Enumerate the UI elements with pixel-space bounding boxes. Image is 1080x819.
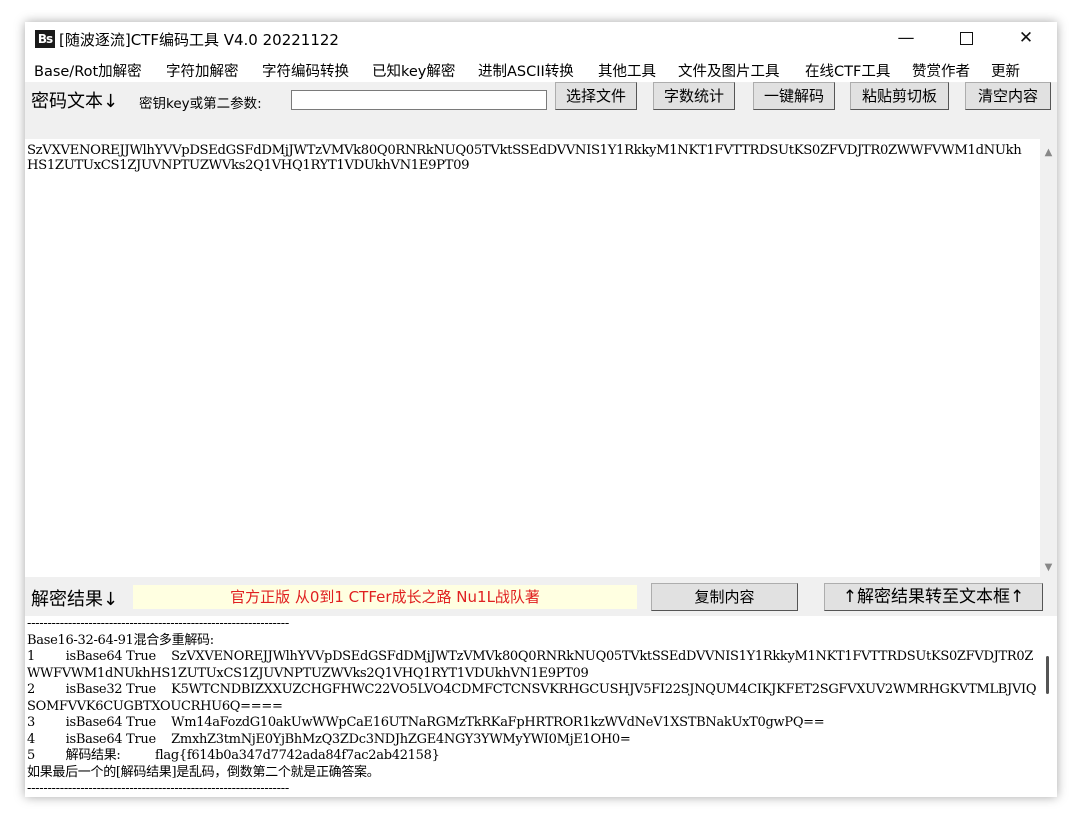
cipher-textarea[interactable]: SzVXVENOREJJWlhYVVpDSEdGSFdDMjJWTzVMVk80… [25, 139, 1057, 577]
output-line: ----------------------------------------… [27, 781, 289, 796]
one-click-decode-button[interactable]: 一键解码 [753, 82, 835, 110]
scroll-down-icon[interactable]: ▼ [1040, 562, 1057, 573]
copy-content-button[interactable]: 复制内容 [651, 583, 798, 611]
result-bar: 解密结果↓ 官方正版 从0到1 CTFer成长之路 Nu1L战队著 复制内容 ↑… [25, 579, 1057, 615]
transfer-to-textbox-button[interactable]: ↑解密结果转至文本框↑ [824, 583, 1043, 611]
output-textarea[interactable]: ----------------------------------------… [25, 616, 1057, 797]
output-scrollbar[interactable] [1046, 656, 1049, 694]
toolbar: 密码文本↓ 密钥key或第二参数: 选择文件 字数统计 一键解码 粘贴剪切板 清… [25, 82, 1057, 116]
app-logo-icon: Bs [35, 30, 55, 48]
key-input[interactable] [291, 90, 547, 110]
menu-base-rot[interactable]: Base/Rot加解密 [34, 60, 142, 81]
select-file-button[interactable]: 选择文件 [555, 82, 637, 110]
menu-online-ctf[interactable]: 在线CTF工具 [805, 60, 890, 81]
menu-donate[interactable]: 赞赏作者 [912, 60, 970, 81]
close-button[interactable]: ✕ [1003, 22, 1049, 54]
output-line: 如果最后一个的[解码结果]是乱码，倒数第二个就是正确答案。 [27, 764, 380, 780]
menu-base-ascii[interactable]: 进制ASCII转换 [478, 60, 574, 81]
maximize-icon [959, 31, 973, 45]
output-line: 4 isBase64 True ZmxhZ3tmNjE0YjBhMzQ3ZDc3… [27, 731, 631, 747]
paste-clipboard-button[interactable]: 粘贴剪切板 [850, 82, 949, 110]
cipher-scrollbar[interactable]: ▲ ▼ [1040, 139, 1057, 577]
menu-known-key[interactable]: 已知key解密 [372, 60, 455, 81]
menu-file-image[interactable]: 文件及图片工具 [678, 60, 780, 81]
menu-bar: Base/Rot加解密 字符加解密 字符编码转换 已知key解密 进制ASCII… [25, 54, 1057, 82]
app-window: Bs [随波逐流]CTF编码工具 V4.0 20221122 — ✕ Base/… [25, 22, 1057, 797]
output-line: 3 isBase64 True Wm14aFozdG10akUwWWpCaE16… [27, 715, 825, 730]
cipher-text-label: 密码文本↓ [31, 91, 119, 112]
menu-char-encoding[interactable]: 字符编码转换 [262, 60, 349, 81]
maximize-button[interactable] [943, 22, 989, 54]
scroll-up-icon[interactable]: ▲ [1040, 147, 1057, 158]
key-label: 密钥key或第二参数: [139, 96, 262, 112]
window-title: [随波逐流]CTF编码工具 V4.0 20221122 [59, 31, 339, 49]
menu-char-crypto[interactable]: 字符加解密 [166, 60, 239, 81]
output-text-content[interactable]: ----------------------------------------… [27, 616, 1037, 797]
result-label: 解密结果↓ [31, 589, 119, 610]
output-line: Base16-32-64-91混合多重解码: [27, 632, 214, 648]
cipher-area-top-margin [25, 116, 1057, 139]
title-bar[interactable]: Bs [随波逐流]CTF编码工具 V4.0 20221122 — ✕ [25, 22, 1057, 54]
cipher-text-content[interactable]: SzVXVENOREJJWlhYVVpDSEdGSFdDMjJWTzVMVk80… [27, 143, 1032, 173]
char-count-button[interactable]: 字数统计 [653, 82, 735, 110]
output-line: 1 isBase64 True SzVXVENOREJJWlhYVVpDSEdG… [27, 649, 1034, 681]
menu-other-tools[interactable]: 其他工具 [598, 60, 656, 81]
output-line: ----------------------------------------… [27, 616, 289, 631]
clear-content-button[interactable]: 清空内容 [965, 82, 1051, 110]
output-line: 2 isBase32 True K5WTCNDBIZXXUZCHGFHWC22V… [27, 682, 1037, 714]
output-line: 5 解码结果: flag{f614b0a347d7742ada84f7ac2ab… [27, 748, 440, 763]
menu-update[interactable]: 更新 [991, 60, 1020, 81]
minimize-button[interactable]: — [883, 22, 929, 54]
promo-banner: 官方正版 从0到1 CTFer成长之路 Nu1L战队著 [133, 585, 637, 609]
